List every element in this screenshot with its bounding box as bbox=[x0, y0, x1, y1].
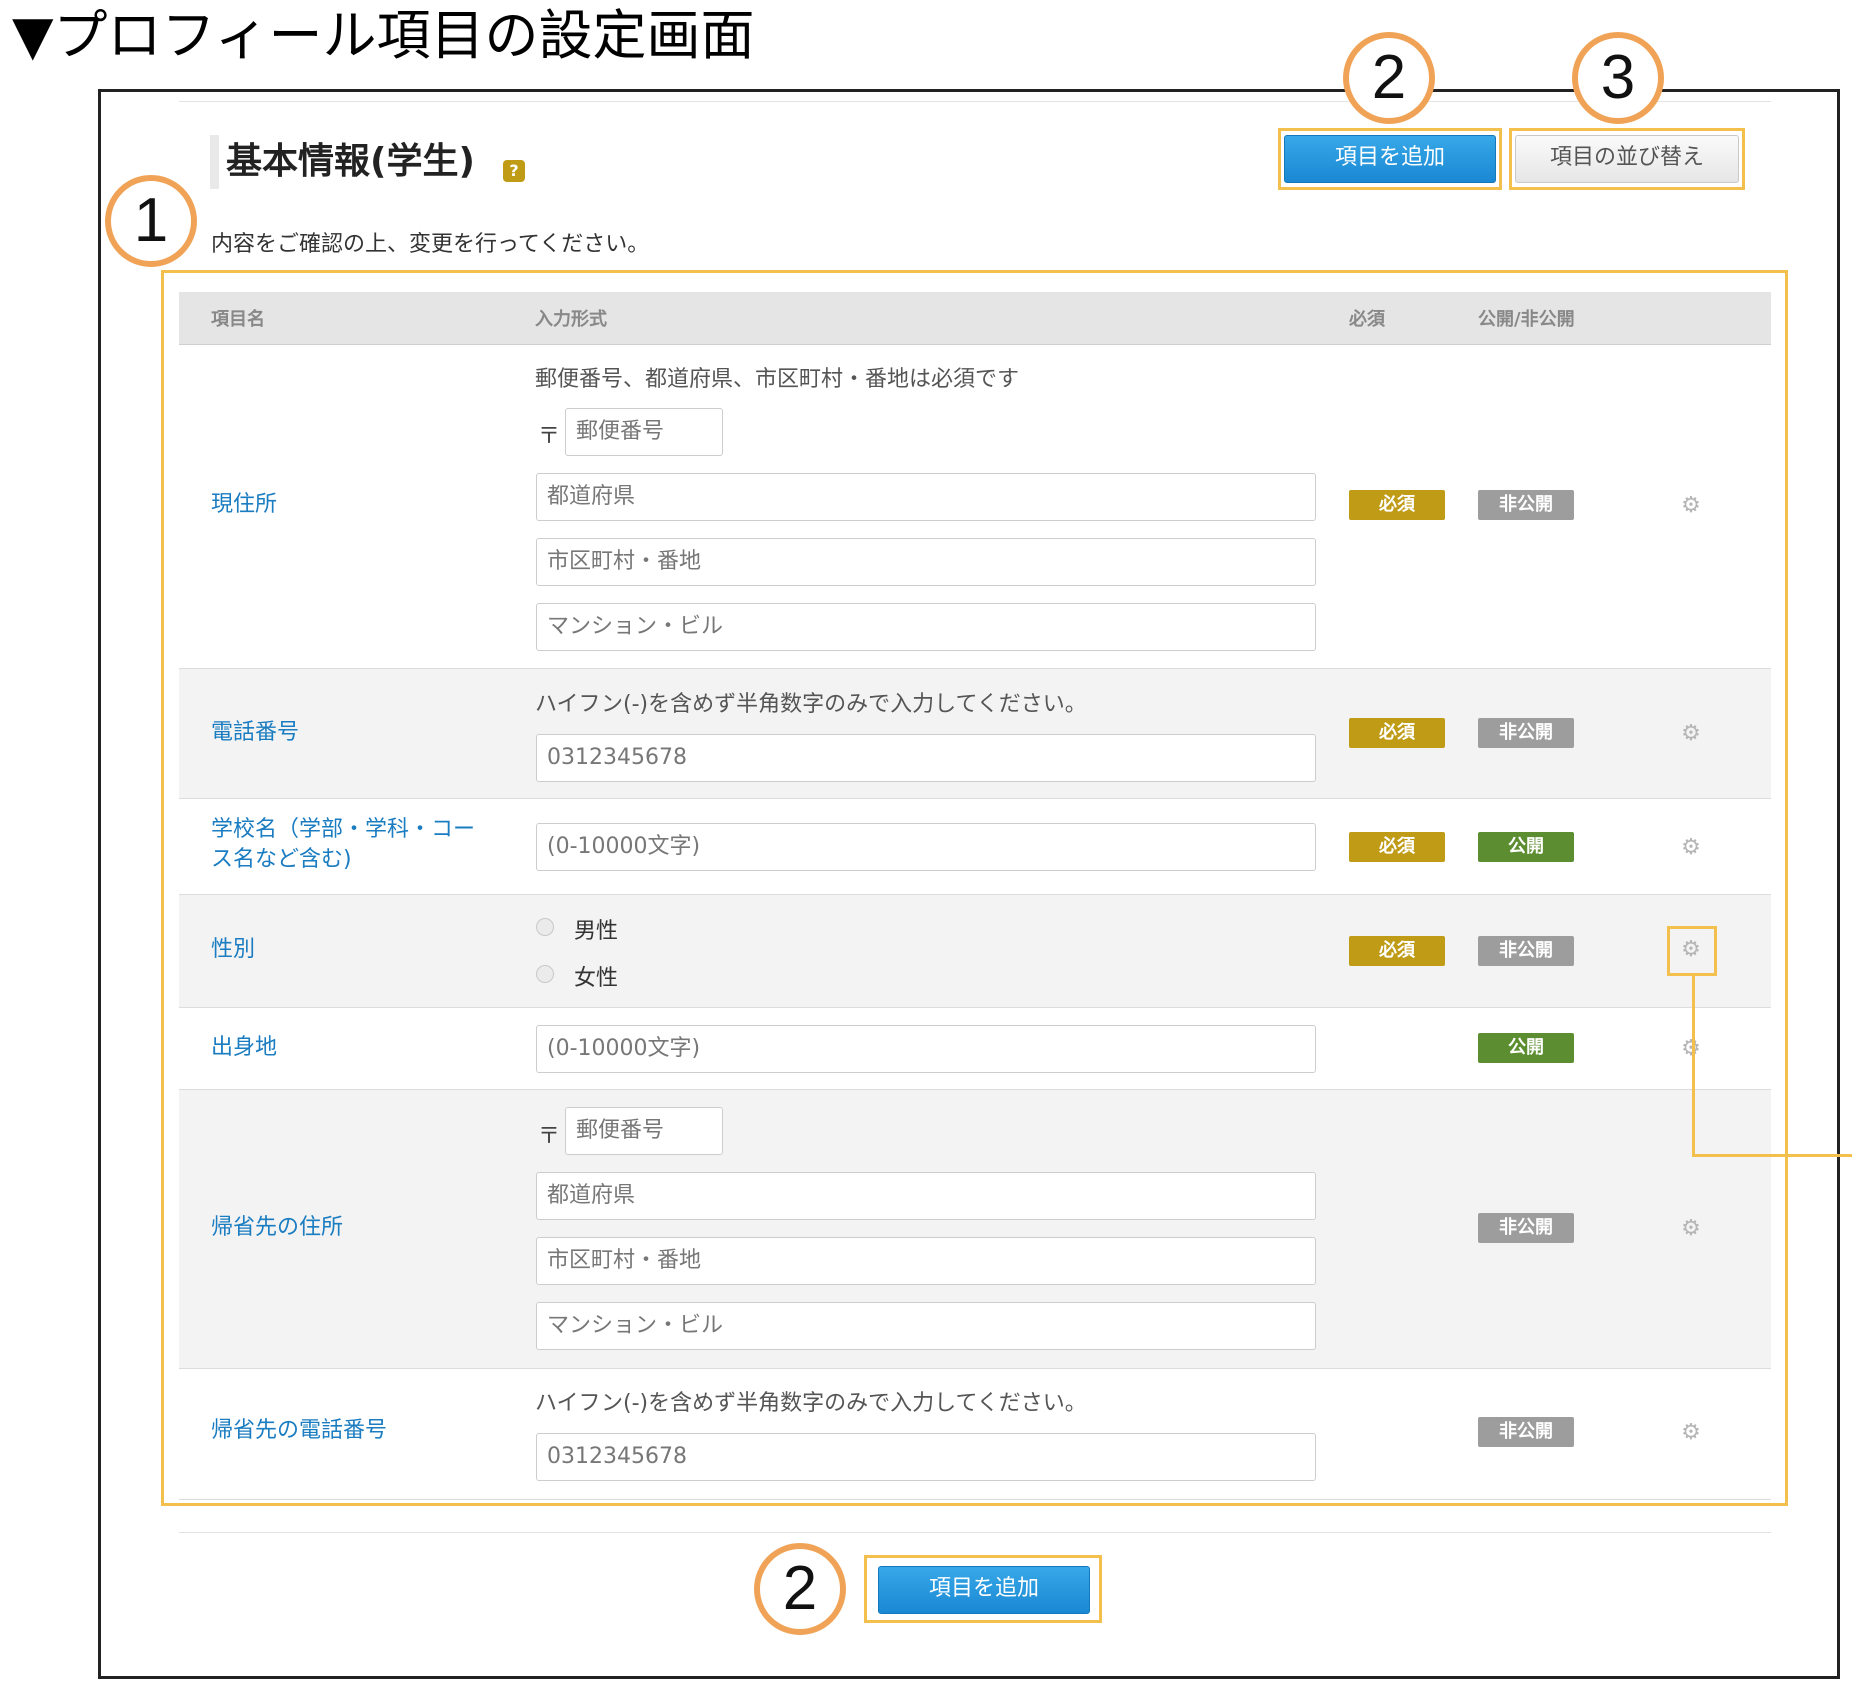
phone-input[interactable]: 0312345678 bbox=[536, 1433, 1316, 1481]
phone-input[interactable]: 0312345678 bbox=[536, 734, 1316, 782]
screenshot-caption: ▼プロフィール項目の設定画面 bbox=[12, 4, 755, 67]
prefecture-input[interactable]: 都道府県 bbox=[536, 1172, 1316, 1220]
gear-icon[interactable]: ⚙ bbox=[1679, 836, 1703, 860]
building-input[interactable]: マンション・ビル bbox=[536, 1302, 1316, 1350]
callout-2-top: 2 bbox=[1343, 32, 1435, 124]
callout-3: 3 bbox=[1572, 32, 1664, 124]
postal-code-input[interactable]: 郵便番号 bbox=[565, 1107, 723, 1155]
prefecture-input[interactable]: 都道府県 bbox=[536, 473, 1316, 521]
help-icon[interactable]: ? bbox=[503, 160, 525, 182]
birthplace-input[interactable]: (0-10000文字) bbox=[536, 1025, 1316, 1073]
city-address-input[interactable]: 市区町村・番地 bbox=[536, 538, 1316, 586]
required-badge: 必須 bbox=[1349, 718, 1445, 748]
field-hint: ハイフン(-)を含めず半角数字のみで入力してください。 bbox=[535, 1391, 1087, 1416]
radio-label-male: 男性 bbox=[574, 919, 619, 944]
field-name-link[interactable]: 帰省先の電話番号 bbox=[211, 1416, 387, 1446]
gear-icon[interactable]: ⚙ bbox=[1679, 938, 1703, 962]
postal-mark: 〒 bbox=[538, 424, 561, 449]
column-header-input-type: 入力形式 bbox=[535, 309, 607, 330]
postal-mark: 〒 bbox=[538, 1124, 561, 1149]
add-item-button-top[interactable]: 項目を追加 bbox=[1284, 135, 1496, 183]
top-divider bbox=[179, 101, 1771, 102]
title-accent-bar bbox=[210, 135, 219, 189]
add-item-button-bottom[interactable]: 項目を追加 bbox=[878, 1566, 1090, 1614]
intro-text: 内容をご確認の上、変更を行ってください。 bbox=[211, 232, 650, 257]
city-address-input[interactable]: 市区町村・番地 bbox=[536, 1237, 1316, 1285]
connector-line-horizontal bbox=[1692, 1154, 1852, 1157]
radio-female[interactable] bbox=[536, 965, 554, 983]
page-title: 基本情報(学生) bbox=[226, 141, 475, 182]
required-badge: 必須 bbox=[1349, 490, 1445, 520]
field-hint: 郵便番号、都道府県、市区町村・番地は必須です bbox=[535, 367, 1020, 392]
field-name-link[interactable]: 出身地 bbox=[211, 1033, 277, 1063]
visibility-badge-private: 非公開 bbox=[1478, 490, 1574, 520]
visibility-badge-public: 公開 bbox=[1478, 832, 1574, 862]
field-name-link[interactable]: 学校名（学部・学科・コー bbox=[211, 815, 475, 845]
connector-line-vertical bbox=[1692, 976, 1695, 1157]
field-name-link[interactable]: 現住所 bbox=[211, 490, 277, 520]
required-badge: 必須 bbox=[1349, 936, 1445, 966]
building-input[interactable]: マンション・ビル bbox=[536, 603, 1316, 651]
radio-label-female: 女性 bbox=[574, 966, 619, 991]
gear-icon[interactable]: ⚙ bbox=[1679, 494, 1703, 518]
sort-items-button[interactable]: 項目の並び替え bbox=[1515, 135, 1739, 183]
field-name-link[interactable]: 性別 bbox=[211, 935, 255, 965]
callout-2-bottom: 2 bbox=[754, 1543, 846, 1635]
column-header-required: 必須 bbox=[1349, 309, 1385, 330]
field-name-link-line2[interactable]: ス名など含む) bbox=[211, 845, 352, 875]
school-name-input[interactable]: (0-10000文字) bbox=[536, 823, 1316, 871]
radio-male[interactable] bbox=[536, 918, 554, 936]
gear-icon[interactable]: ⚙ bbox=[1679, 722, 1703, 746]
gear-icon[interactable]: ⚙ bbox=[1679, 1037, 1703, 1061]
visibility-badge-private: 非公開 bbox=[1478, 718, 1574, 748]
field-name-link[interactable]: 電話番号 bbox=[211, 718, 299, 748]
gear-icon[interactable]: ⚙ bbox=[1679, 1421, 1703, 1445]
visibility-badge-private: 非公開 bbox=[1478, 936, 1574, 966]
column-header-visibility: 公開/非公開 bbox=[1478, 309, 1575, 330]
column-header-name: 項目名 bbox=[211, 309, 265, 330]
required-badge: 必須 bbox=[1349, 832, 1445, 862]
bottom-divider bbox=[179, 1532, 1771, 1533]
visibility-badge-private: 非公開 bbox=[1478, 1213, 1574, 1243]
callout-1: 1 bbox=[105, 175, 197, 267]
gear-icon[interactable]: ⚙ bbox=[1679, 1217, 1703, 1241]
visibility-badge-public: 公開 bbox=[1478, 1033, 1574, 1063]
field-hint: ハイフン(-)を含めず半角数字のみで入力してください。 bbox=[535, 692, 1087, 717]
postal-code-input[interactable]: 郵便番号 bbox=[565, 408, 723, 456]
visibility-badge-private: 非公開 bbox=[1478, 1417, 1574, 1447]
field-name-link[interactable]: 帰省先の住所 bbox=[211, 1213, 343, 1243]
